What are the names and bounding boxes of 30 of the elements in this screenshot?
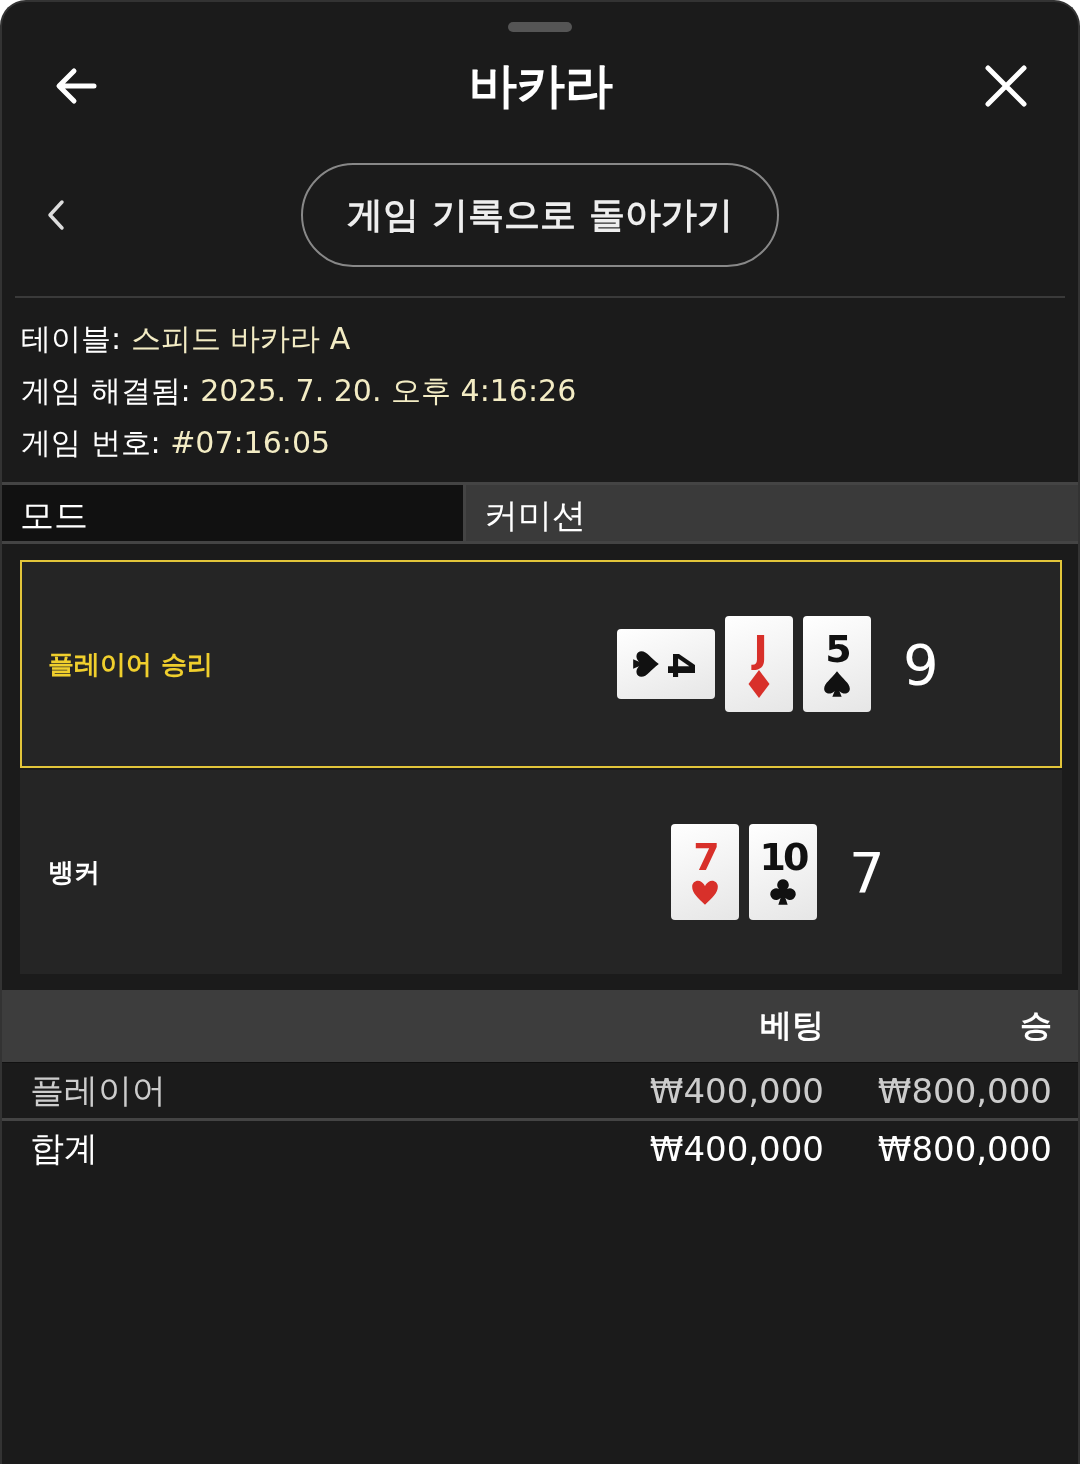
table-cell-text: 합계 bbox=[30, 1126, 99, 1170]
back-to-history-button[interactable]: 게임 기록으로 돌아가기 bbox=[301, 163, 779, 267]
hand-total: 7 bbox=[849, 839, 886, 905]
hand-label: 플레이어 승리 bbox=[47, 647, 215, 681]
info-line: 테이블: 스피드 바카라 A bbox=[21, 320, 352, 358]
info-line: 게임 해결됨: 2025. 7. 20. 오후 4:16:26 bbox=[21, 372, 578, 410]
table-cell-text: ₩400,000 bbox=[648, 1070, 824, 1111]
playing-card: 7 bbox=[671, 824, 739, 920]
table-cell-text: ₩800,000 bbox=[876, 1128, 1052, 1169]
chevron-left-icon[interactable] bbox=[46, 199, 66, 231]
hand-label: 뱅커 bbox=[47, 855, 101, 889]
table-cell-text: 플레이어 bbox=[30, 1068, 167, 1112]
table-cell: 모드 bbox=[2, 485, 466, 541]
table-cell-text: ₩800,000 bbox=[876, 1070, 1052, 1111]
playing-card: 5 bbox=[803, 616, 871, 712]
playing-card: 10 bbox=[749, 824, 817, 920]
info-line: 게임 번호: #07:16:05 bbox=[21, 424, 332, 462]
playing-card: 4 bbox=[617, 629, 715, 699]
table-cell: 커미션 bbox=[466, 485, 1078, 541]
hand-total: 9 bbox=[903, 631, 940, 697]
drag-handle[interactable] bbox=[508, 22, 572, 32]
column-header: 베팅 bbox=[759, 1005, 824, 1046]
table-cell-text: ₩400,000 bbox=[648, 1128, 824, 1169]
window-title: 바카라 bbox=[469, 56, 613, 115]
close-icon[interactable] bbox=[982, 62, 1030, 110]
playing-card: J bbox=[725, 616, 793, 712]
spade-icon bbox=[631, 650, 661, 678]
column-header: 승 bbox=[1019, 1005, 1052, 1046]
club-icon bbox=[769, 877, 797, 907]
spade-icon bbox=[823, 669, 851, 699]
